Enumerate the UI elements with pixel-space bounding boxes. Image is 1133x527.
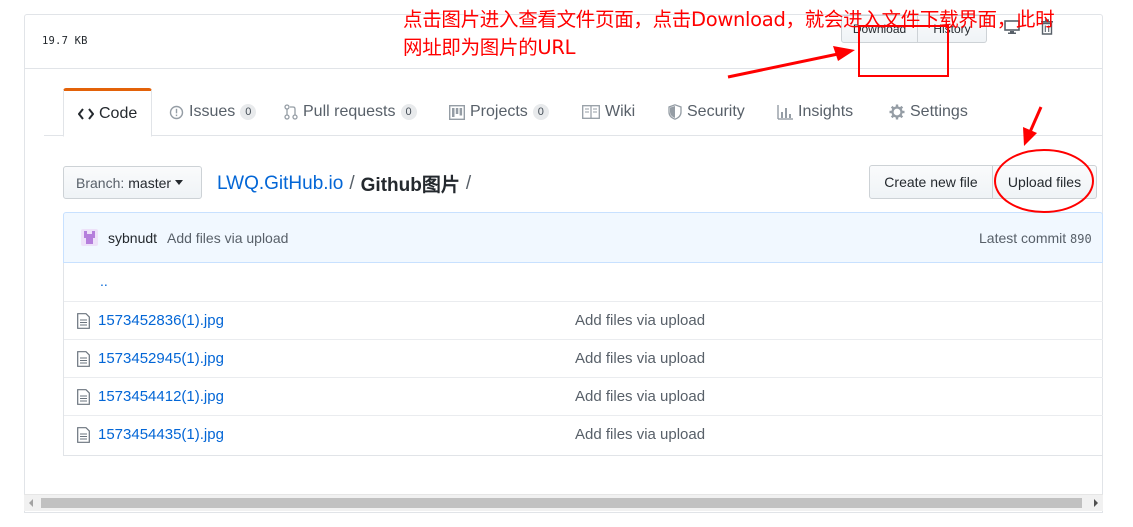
caret-down-icon [175,180,184,185]
tab-wiki[interactable]: Wiki [582,88,635,136]
branch-select-button[interactable]: Branch: master [63,166,202,199]
tab-settings[interactable]: Settings [889,88,968,136]
file-name-link[interactable]: 1573452836(1).jpg [98,312,224,329]
scroll-right-arrow-icon[interactable] [1094,499,1098,507]
commit-message-link[interactable]: Add files via upload [167,230,288,246]
file-commit-message-link[interactable]: Add files via upload [575,312,705,329]
file-name-link[interactable]: 1573454412(1).jpg [98,388,224,405]
project-icon [449,104,465,120]
book-icon [582,105,600,119]
file-name-link[interactable]: 1573452945(1).jpg [98,350,224,367]
scroll-left-arrow-icon[interactable] [29,499,33,507]
table-row: 1573454435(1).jpg Add files via upload [64,415,1103,453]
parent-directory-row[interactable]: .. [64,263,1103,301]
table-row: 1573452836(1).jpg Add files via upload [64,301,1103,339]
file-icon [77,351,90,367]
projects-counter: 0 [532,104,549,120]
parent-directory-link[interactable]: .. [100,273,108,289]
tab-label: Code [99,104,138,122]
file-name-link[interactable]: 1573454435(1).jpg [98,426,224,443]
tab-security[interactable]: Security [668,88,745,136]
latest-commit-label: Latest commit [979,230,1067,246]
pull-request-icon [284,104,298,120]
file-icon [77,427,90,443]
create-new-file-button[interactable]: Create new file [869,165,993,199]
commit-sha-link[interactable]: 890 [1070,232,1092,246]
gear-icon [889,104,905,120]
file-commit-message-link[interactable]: Add files via upload [575,388,705,405]
repo-nav-tabs: Code Issues 0 Pull requests 0 Projects 0… [44,88,1103,137]
tab-projects[interactable]: Projects 0 [449,88,549,136]
horizontal-scrollbar[interactable] [24,494,1103,511]
issues-counter: 0 [240,104,257,120]
annotation-text: 点击图片进入查看文件页面，点击Download，就会进入文件下载界面，此时 网址… [403,6,1123,62]
avatar[interactable] [81,229,98,246]
commit-author-link[interactable]: sybnudt [108,230,157,246]
graph-icon [777,104,793,120]
file-size: 19.7 KB [42,35,88,47]
tab-label: Projects [470,103,528,120]
scrollbar-thumb[interactable] [41,498,1082,508]
file-commit-message-link[interactable]: Add files via upload [575,350,705,367]
breadcrumb: LWQ.GitHub.io / Github图片 / [217,170,471,197]
breadcrumb-repo-link[interactable]: LWQ.GitHub.io [217,173,343,195]
upload-files-button[interactable]: Upload files [993,165,1097,199]
tab-issues[interactable]: Issues 0 [169,88,257,136]
branch-name: master [128,174,172,191]
tab-label: Issues [189,103,236,120]
tab-insights[interactable]: Insights [777,88,853,136]
tab-label: Insights [798,103,854,120]
tab-label: Wiki [605,103,636,120]
table-row: 1573454412(1).jpg Add files via upload [64,377,1103,415]
annotation-line-1: 点击图片进入查看文件页面，点击Download，就会进入文件下载界面，此时 [403,8,1055,31]
issue-icon [169,105,184,119]
tab-code[interactable]: Code [63,88,153,137]
tab-label: Settings [910,103,968,120]
file-icon [77,313,90,329]
annotation-line-2: 网址即为图片的URL [403,36,576,59]
code-icon [78,107,94,120]
tab-label: Security [687,103,745,120]
tab-label: Pull requests [303,103,396,120]
file-icon [77,389,90,405]
tab-pull-requests[interactable]: Pull requests 0 [284,88,417,136]
file-commit-message-link[interactable]: Add files via upload [575,426,705,443]
latest-commit-info: Latest commit 890 [979,230,1092,246]
breadcrumb-trailing-separator: / [465,172,472,194]
breadcrumb-separator: / [349,172,355,194]
latest-commit-bar: sybnudt Add files via upload Latest comm… [63,212,1103,263]
pull-requests-counter: 0 [400,104,417,120]
branch-prefix: Branch: [76,174,125,191]
table-row: 1573452945(1).jpg Add files via upload [64,339,1103,377]
file-list: .. 1573452836(1).jpg Add files via uploa… [63,263,1103,456]
breadcrumb-current-directory: Github图片 [360,175,460,196]
shield-icon [668,104,682,120]
